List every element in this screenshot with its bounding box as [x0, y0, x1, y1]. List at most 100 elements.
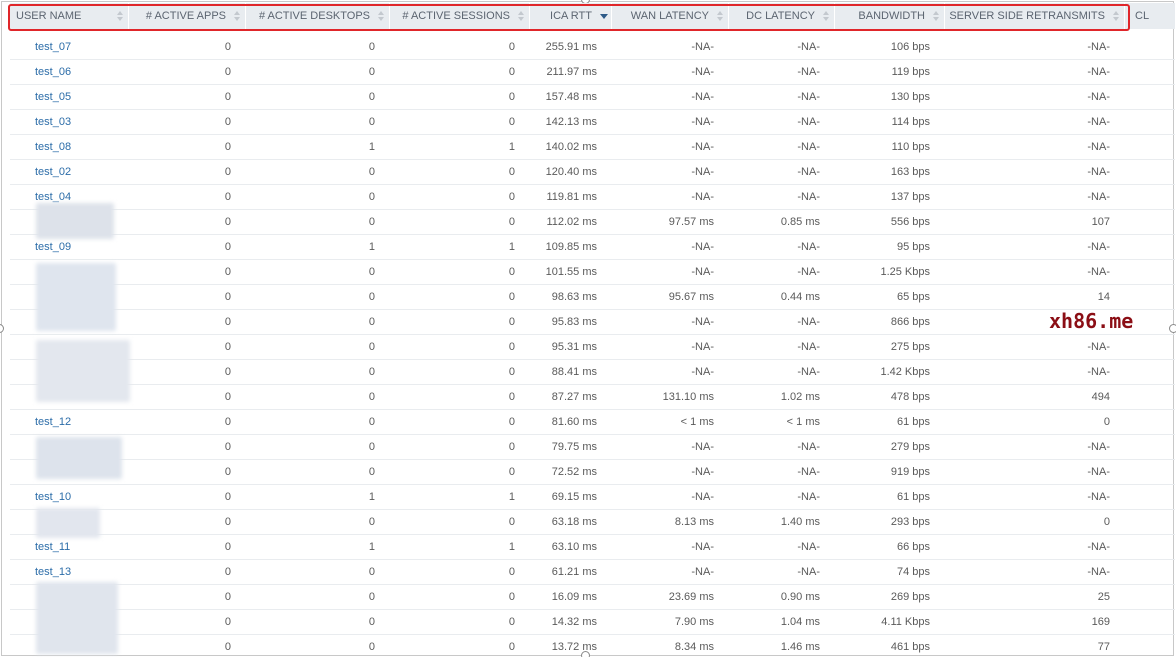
wan-latency-cell: -NA-: [691, 191, 714, 203]
ica-rtt-cell: 255.91 ms: [545, 41, 597, 53]
table-row[interactable]: 0 0 0 16.09 ms 23.69 ms 0.90 ms 269 bps 25: [10, 585, 1175, 610]
active-desktops-cell: 1: [368, 141, 375, 153]
ica-rtt-cell: 119.81 ms: [546, 191, 597, 203]
wan-latency-cell: -NA-: [691, 366, 714, 378]
ica-rtt-cell: 87.27 ms: [551, 391, 597, 403]
table-row[interactable]: test_02 0 0 0 120.40 ms -NA- -NA- 163 bps -NA-: [10, 160, 1175, 185]
dc-latency-cell: 1.46 ms: [780, 641, 820, 653]
user-name-cell[interactable]: test_03: [10, 110, 129, 135]
table-row[interactable]: test_03 0 0 0 142.13 ms -NA- -NA- 114 bps -NA-: [10, 110, 1175, 135]
active-apps-cell: 0: [224, 391, 231, 403]
table-row[interactable]: 0 0 0 101.55 ms -NA- -NA- 1.25 Kbps -NA-: [10, 260, 1175, 285]
active-sessions-cell: 0: [508, 341, 515, 353]
wan-latency-cell: -NA-: [691, 541, 714, 553]
active-apps-cell: 0: [224, 591, 231, 603]
bandwidth-cell: 106 bps: [890, 41, 930, 53]
table-row[interactable]: 0 0 0 95.31 ms -NA- -NA- 275 bps -NA-: [10, 335, 1175, 360]
table-row[interactable]: 0 0 0 88.41 ms -NA- -NA- 1.42 Kbps -NA-: [10, 360, 1175, 385]
active-sessions-cell: 0: [508, 591, 515, 603]
redacted-user-name: [36, 340, 130, 402]
retransmits-cell: -NA-: [1087, 566, 1110, 578]
bandwidth-cell: 61 bps: [896, 491, 930, 503]
table-row[interactable]: test_06 0 0 0 211.97 ms -NA- -NA- 119 bps -NA-: [10, 60, 1175, 85]
bandwidth-cell: 919 bps: [890, 466, 930, 478]
active-sessions-cell: 0: [508, 91, 515, 103]
dc-latency-cell: -NA-: [797, 566, 820, 578]
active-desktops-cell: 0: [368, 266, 375, 278]
dc-latency-cell: -NA-: [797, 541, 820, 553]
dc-latency-cell: -NA-: [797, 241, 820, 253]
dc-latency-cell: 1.04 ms: [780, 616, 820, 628]
active-desktops-cell: 0: [368, 516, 375, 528]
bandwidth-cell: 61 bps: [896, 416, 930, 428]
bandwidth-cell: 461 bps: [890, 641, 930, 653]
dc-latency-cell: -NA-: [797, 191, 820, 203]
retransmits-cell: -NA-: [1087, 266, 1110, 278]
retransmits-cell: 107: [1091, 216, 1110, 228]
table-row[interactable]: 0 0 0 13.72 ms 8.34 ms 1.46 ms 461 bps 77: [10, 635, 1175, 657]
user-name-cell[interactable]: test_02: [10, 160, 129, 185]
redacted-user-name: [36, 203, 114, 239]
active-desktops-cell: 0: [368, 216, 375, 228]
table-row[interactable]: test_05 0 0 0 157.48 ms -NA- -NA- 130 bps -NA-: [10, 85, 1175, 110]
retransmits-cell: 0: [1103, 416, 1110, 428]
dc-latency-cell: 1.02 ms: [780, 391, 820, 403]
active-apps-cell: 0: [224, 541, 231, 553]
table-row[interactable]: 0 0 0 87.27 ms 131.10 ms 1.02 ms 478 bps 494: [10, 385, 1175, 410]
user-name-cell[interactable]: test_05: [10, 85, 129, 110]
user-name-cell[interactable]: test_11: [10, 535, 129, 560]
active-apps-cell: 0: [224, 366, 231, 378]
table-row[interactable]: 0 0 0 63.18 ms 8.13 ms 1.40 ms 293 bps 0: [10, 510, 1175, 535]
user-name-cell[interactable]: test_10: [10, 485, 129, 510]
ica-rtt-cell: 88.41 ms: [551, 366, 597, 378]
table-row[interactable]: test_07 0 0 0 255.91 ms -NA- -NA- 106 bps -NA-: [10, 35, 1175, 60]
column-header-cl[interactable]: CL: [1125, 3, 1165, 29]
table-row[interactable]: 0 0 0 95.83 ms -NA- -NA- 866 bps: [10, 310, 1175, 335]
bandwidth-cell: 1.25 Kbps: [880, 266, 930, 278]
wan-latency-cell: 23.69 ms: [668, 591, 714, 603]
bandwidth-cell: 130 bps: [890, 91, 930, 103]
wan-latency-cell: < 1 ms: [680, 416, 714, 428]
retransmits-cell: -NA-: [1087, 141, 1110, 153]
table-row[interactable]: test_04 0 0 0 119.81 ms -NA- -NA- 137 bps -NA-: [10, 185, 1175, 210]
retransmits-cell: -NA-: [1087, 91, 1110, 103]
table-row[interactable]: test_12 0 0 0 81.60 ms < 1 ms < 1 ms 61 bps 0: [10, 410, 1175, 435]
dc-latency-cell: -NA-: [797, 441, 820, 453]
wan-latency-cell: 131.10 ms: [662, 391, 714, 403]
user-name-cell[interactable]: test_08: [10, 135, 129, 160]
table-row[interactable]: test_09 0 1 1 109.85 ms -NA- -NA- 95 bps -NA-: [10, 235, 1175, 260]
table-row[interactable]: test_13 0 0 0 61.21 ms -NA- -NA- 74 bps -NA-: [10, 560, 1175, 585]
ica-rtt-cell: 142.13 ms: [545, 116, 597, 128]
active-desktops-cell: 1: [368, 241, 375, 253]
table-row[interactable]: test_11 0 1 1 63.10 ms -NA- -NA- 66 bps -NA-: [10, 535, 1175, 560]
retransmits-cell: -NA-: [1087, 441, 1110, 453]
table-row[interactable]: test_08 0 1 1 140.02 ms -NA- -NA- 110 bps -NA-: [10, 135, 1175, 160]
ica-rtt-cell: 16.09 ms: [551, 591, 597, 603]
dc-latency-cell: -NA-: [797, 491, 820, 503]
table-row[interactable]: 0 0 0 98.63 ms 95.67 ms 0.44 ms 65 bps 14: [10, 285, 1175, 310]
table-row[interactable]: test_10 0 1 1 69.15 ms -NA- -NA- 61 bps -NA-: [10, 485, 1175, 510]
watermark-text: xh86.me: [1049, 309, 1134, 333]
active-sessions-cell: 1: [508, 491, 515, 503]
retransmits-cell: 77: [1097, 641, 1110, 653]
wan-latency-cell: 7.90 ms: [674, 616, 714, 628]
retransmits-cell: -NA-: [1087, 341, 1110, 353]
dc-latency-cell: -NA-: [797, 316, 820, 328]
table-row[interactable]: 0 0 0 112.02 ms 97.57 ms 0.85 ms 556 bps 107: [10, 210, 1175, 235]
user-name-cell[interactable]: test_06: [10, 60, 129, 85]
bandwidth-cell: 114 bps: [891, 116, 930, 128]
active-sessions-cell: 0: [508, 291, 515, 303]
table-row[interactable]: 0 0 0 79.75 ms -NA- -NA- 279 bps -NA-: [10, 435, 1175, 460]
active-apps-cell: 0: [224, 641, 231, 653]
user-name-cell[interactable]: test_13: [10, 560, 129, 585]
user-name-cell[interactable]: test_07: [10, 35, 129, 60]
ica-rtt-cell: 98.63 ms: [551, 291, 597, 303]
table-row[interactable]: 0 0 0 72.52 ms -NA- -NA- 919 bps -NA-: [10, 460, 1175, 485]
active-apps-cell: 0: [224, 291, 231, 303]
ica-rtt-cell: 61.21 ms: [551, 566, 597, 578]
table-row[interactable]: 0 0 0 14.32 ms 7.90 ms 1.04 ms 4.11 Kbps 169: [10, 610, 1175, 635]
active-sessions-cell: 0: [508, 166, 515, 178]
dc-latency-cell: -NA-: [797, 116, 820, 128]
user-name-cell[interactable]: test_12: [10, 410, 129, 435]
column-label: CL: [1135, 10, 1150, 22]
